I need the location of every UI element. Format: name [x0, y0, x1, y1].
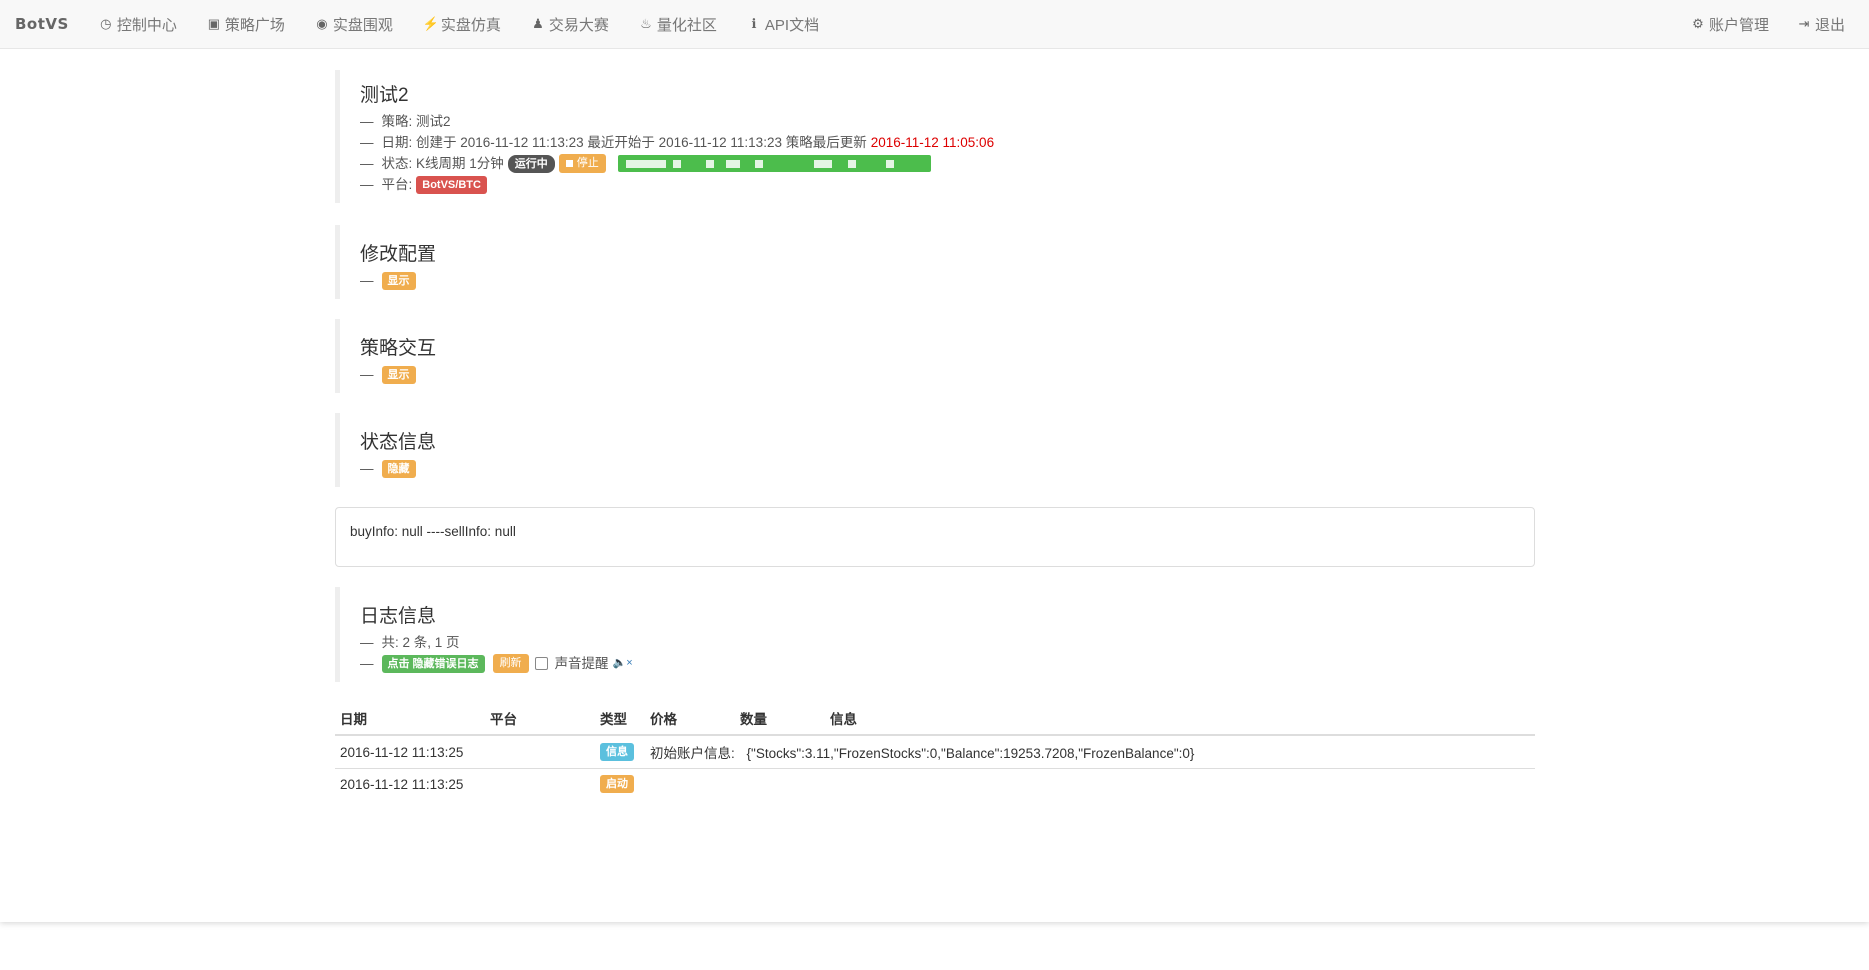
nav-strategy-square[interactable]: ▣ 策略广场 — [192, 0, 300, 48]
nav-dashboard-label: 控制中心 — [116, 16, 177, 34]
nav-api-docs-label: API文档 — [764, 16, 820, 34]
nav-community-label: 量化社区 — [656, 16, 717, 34]
nav-simulation-label: 实盘仿真 — [440, 16, 501, 34]
strategy-line: — 策略: 测试2 — [360, 111, 1517, 132]
info-icon: ℹ — [751, 16, 757, 31]
nav-right: ⚙ 账户管理 ⇥ 退出 — [1677, 0, 1869, 48]
platform-line: — 平台: BotVS/BTC — [360, 174, 1517, 195]
nav-account[interactable]: ⚙ 账户管理 — [1677, 0, 1783, 48]
col-platform: 平台 — [485, 702, 595, 736]
date-text: 日期: 创建于 2016-11-12 11:13:23 最近开始于 2016-1… — [381, 135, 867, 150]
row-info — [825, 769, 1535, 800]
row-amount — [735, 769, 825, 800]
interaction-toggle-button[interactable]: 显示 — [381, 365, 416, 384]
interaction-section: 策略交互 — 显示 — [335, 319, 1535, 393]
gear-icon: ⚙ — [1692, 16, 1704, 31]
speaker-mute-icon[interactable]: 🔈× — [613, 653, 633, 674]
fire-icon: ♨ — [640, 16, 652, 31]
row-price: 初始账户信息: — [650, 746, 735, 761]
logout-icon: ⇥ — [1798, 16, 1810, 31]
table-row: 2016-11-12 11:13:25 启动 — [335, 769, 1535, 800]
stop-button-label: 停止 — [576, 157, 599, 169]
row-date: 2016-11-12 11:13:25 — [340, 776, 464, 792]
redacted-bar — [617, 155, 931, 172]
date-line: — 日期: 创建于 2016-11-12 11:13:23 最近开始于 2016… — [360, 132, 1517, 153]
type-badge-start: 启动 — [600, 775, 634, 793]
col-amount: 数量 — [735, 702, 825, 736]
interaction-title: 策略交互 — [360, 338, 437, 359]
status-info-toggle-button[interactable]: 隐藏 — [381, 459, 416, 478]
config-toggle-button[interactable]: 显示 — [381, 271, 416, 290]
brand-logo[interactable]: BotVS — [0, 15, 84, 33]
main-content: 测试2 — 策略: 测试2 — 日期: 创建于 2016-11-12 11:13… — [335, 70, 1535, 799]
play-circle-icon: ◉ — [316, 16, 328, 31]
status-info-section: 状态信息 — 隐藏 — [335, 413, 1535, 487]
nav-live-watch-label: 实盘围观 — [332, 16, 393, 34]
robot-info-section: 测试2 — 策略: 测试2 — 日期: 创建于 2016-11-12 11:13… — [335, 70, 1535, 203]
robot-title: 测试2 — [360, 85, 409, 106]
log-title: 日志信息 — [360, 606, 437, 627]
table-row: 2016-11-12 11:13:25 信息 初始账户信息: {"Stocks"… — [335, 735, 1535, 769]
flash-icon: ⚡ — [422, 16, 440, 31]
col-type: 类型 — [595, 702, 645, 736]
chess-pawn-icon: ♟ — [532, 16, 544, 31]
nav-logout[interactable]: ⇥ 退出 — [1783, 0, 1869, 48]
nav-api-docs[interactable]: ℹ API文档 — [732, 0, 834, 48]
log-summary: 共: 2 条, 1 页 — [381, 635, 460, 650]
log-table: 日期 平台 类型 价格 数量 信息 2016-11-12 11:13:25 信息… — [335, 702, 1535, 799]
refresh-button[interactable]: 刷新 — [492, 654, 529, 673]
log-table-header: 日期 平台 类型 价格 数量 信息 — [335, 702, 1535, 736]
status-text: 状态: K线周期 1分钟 — [381, 156, 504, 171]
type-badge-info: 信息 — [600, 743, 634, 761]
config-section: 修改配置 — 显示 — [335, 225, 1535, 299]
log-section: 日志信息 — 共: 2 条, 1 页 — 点击 隐藏错误日志 刷新 声音提醒 🔈… — [335, 587, 1535, 682]
nav-competition[interactable]: ♟ 交易大赛 — [516, 0, 624, 48]
status-info-panel: buyInfo: null ----sellInfo: null — [335, 507, 1535, 567]
page-frame: BotVS ◷ 控制中心 ▣ 策略广场 ◉ 实盘围观 ⚡ 实盘仿真 ♟ 交易大赛 — [0, 0, 1869, 922]
row-platform — [485, 735, 595, 769]
nav-account-label: 账户管理 — [1708, 16, 1769, 34]
running-badge: 运行中 — [507, 154, 555, 173]
nav-logout-label: 退出 — [1814, 16, 1845, 34]
nav-dashboard[interactable]: ◷ 控制中心 — [84, 0, 192, 48]
nav-simulation[interactable]: ⚡ 实盘仿真 — [408, 0, 516, 48]
nav-strategy-square-label: 策略广场 — [224, 16, 285, 34]
last-update-time: 2016-11-12 11:05:06 — [870, 135, 995, 150]
col-price: 价格 — [645, 702, 735, 736]
strategy-text: 策略: 测试2 — [381, 114, 451, 129]
nav-left: BotVS ◷ 控制中心 ▣ 策略广场 ◉ 实盘围观 ⚡ 实盘仿真 ♟ 交易大赛 — [0, 0, 834, 48]
col-info: 信息 — [825, 702, 1535, 736]
row-date: 2016-11-12 11:13:25 — [335, 735, 485, 769]
top-navbar: BotVS ◷ 控制中心 ▣ 策略广场 ◉ 实盘围观 ⚡ 实盘仿真 ♟ 交易大赛 — [0, 0, 1869, 49]
status-line: — 状态: K线周期 1分钟 运行中 停止 — [360, 153, 1517, 174]
row-platform — [485, 769, 595, 800]
col-date: 日期 — [335, 702, 485, 736]
sound-alert-checkbox[interactable] — [534, 657, 548, 670]
config-title: 修改配置 — [360, 244, 437, 265]
dashboard-icon: ◷ — [100, 16, 112, 31]
stop-button[interactable]: 停止 — [558, 154, 606, 173]
nav-live-watch[interactable]: ◉ 实盘围观 — [300, 0, 408, 48]
sound-alert-label: 声音提醒 — [554, 656, 609, 671]
hide-error-log-button[interactable]: 点击 隐藏错误日志 — [381, 654, 485, 673]
nav-community[interactable]: ♨ 量化社区 — [624, 0, 732, 48]
row-price — [645, 769, 735, 800]
cart-icon: ▣ — [207, 16, 220, 31]
status-info-content: buyInfo: null ----sellInfo: null — [350, 524, 516, 539]
status-info-title: 状态信息 — [360, 432, 437, 453]
row-info: {"Stocks":3.11,"FrozenStocks":0,"Balance… — [746, 746, 1195, 761]
platform-text: 平台: — [381, 177, 413, 192]
nav-competition-label: 交易大赛 — [548, 16, 609, 34]
platform-badge: BotVS/BTC — [416, 175, 487, 194]
stop-icon — [565, 159, 573, 167]
